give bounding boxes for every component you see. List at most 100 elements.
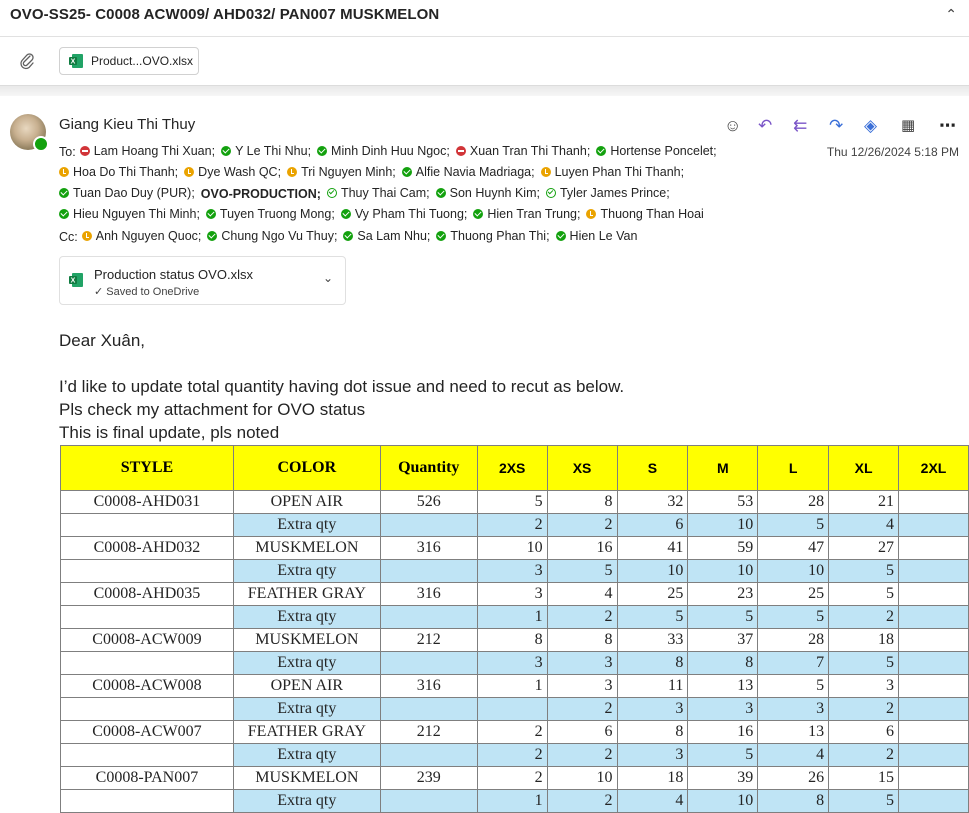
emoji-reaction-icon[interactable]: ☺ bbox=[724, 116, 741, 136]
recipient[interactable]: OVO-PRODUCTION; bbox=[201, 187, 321, 201]
recipient[interactable]: Anh Nguyen Quoc; bbox=[81, 229, 201, 243]
table-cell: 18 bbox=[828, 628, 900, 652]
table-row: C0008-AHD035 FEATHER GRAY 316 3 4 25 23 25 5 bbox=[60, 582, 969, 606]
svg-text:X: X bbox=[71, 59, 76, 66]
recipient-name: Hoa Do Thi Thanh; bbox=[73, 165, 179, 179]
table-cell: 8 bbox=[476, 628, 548, 652]
table-cell: Extra qty bbox=[232, 743, 381, 767]
recipient[interactable]: Son Huynh Kim; bbox=[435, 186, 540, 200]
table-cell: 2 bbox=[476, 720, 548, 744]
recipient[interactable]: Tuyen Truong Mong; bbox=[205, 207, 335, 221]
recipient-line: Tuan Dao Duy (PUR); OVO-PRODUCTION; Thuy T… bbox=[59, 186, 676, 201]
presence-red-icon bbox=[79, 146, 90, 156]
saved-label: Saved to OneDrive bbox=[106, 286, 200, 298]
recipient[interactable]: Minh Dinh Huu Ngoc; bbox=[317, 144, 450, 158]
recipient[interactable]: Thuy Thai Cam; bbox=[326, 186, 430, 200]
table-cell: 10 bbox=[546, 766, 618, 790]
presence-green-icon bbox=[221, 146, 232, 156]
table-cell: 316 bbox=[379, 536, 478, 560]
reply-all-icon[interactable]: ⇇ bbox=[793, 116, 807, 136]
recipient[interactable]: Tuan Dao Duy (PUR); bbox=[59, 186, 195, 200]
recipient[interactable]: Tyler James Prince; bbox=[545, 186, 670, 200]
recipient-name: Thuy Thai Cam; bbox=[340, 186, 430, 200]
recipient[interactable]: Dye Wash QC; bbox=[184, 165, 281, 179]
table-cell: 10 bbox=[616, 559, 689, 583]
table-cell: 1 bbox=[476, 605, 548, 629]
apps-grid-icon[interactable]: ▦ bbox=[901, 116, 915, 136]
presence-outline-icon bbox=[326, 188, 337, 198]
recipient[interactable]: Lam Hoang Thi Xuan; bbox=[79, 144, 216, 158]
table-row: C0008-ACW008 OPEN AIR 316 1 3 11 13 5 3 bbox=[60, 674, 969, 698]
table-cell: 2 bbox=[828, 697, 900, 721]
table-cell: MUSKMELON bbox=[232, 536, 381, 560]
table-cell: 3 bbox=[476, 582, 548, 606]
chevron-up-icon[interactable]: ⌃ bbox=[945, 6, 957, 23]
recipient-name: Hieu Nguyen Thi Minh; bbox=[73, 207, 200, 221]
recipient-name: Chung Ngo Vu Thuy; bbox=[221, 229, 338, 243]
recipient-name: Hien Tran Trung; bbox=[487, 207, 581, 221]
presence-green-icon bbox=[401, 167, 412, 177]
extra-qty-row: Extra qty 2 2 6 10 5 4 bbox=[60, 513, 969, 537]
presence-yellow-icon bbox=[586, 209, 597, 219]
table-cell bbox=[60, 651, 234, 675]
recipient-label: Cc: bbox=[59, 230, 78, 244]
recipient[interactable]: Vy Pham Thi Tuong; bbox=[340, 207, 467, 221]
recipient-name: Lam Hoang Thi Xuan; bbox=[93, 144, 216, 158]
recipient[interactable]: Hien Le Van bbox=[555, 229, 637, 243]
table-row: C0008-ACW009 MUSKMELON 212 8 8 33 37 28 18 bbox=[60, 628, 969, 652]
table-cell: 10 bbox=[687, 513, 759, 537]
table-cell: 27 bbox=[828, 536, 900, 560]
table-cell: 4 bbox=[757, 743, 830, 767]
recipient[interactable]: Xuan Tran Thi Thanh; bbox=[455, 144, 590, 158]
recipient[interactable]: Y Le Thi Nhu; bbox=[221, 144, 311, 158]
extra-qty-row: Extra qty 2 3 3 3 2 bbox=[60, 697, 969, 721]
table-cell: 37 bbox=[687, 628, 759, 652]
recipient[interactable]: Sa Lam Nhu; bbox=[343, 229, 430, 243]
table-cell: C0008-AHD032 bbox=[60, 536, 234, 560]
body-line-2: Pls check my attachment for OVO status bbox=[59, 400, 366, 419]
extra-qty-row: Extra qty 2 2 3 5 4 2 bbox=[60, 743, 969, 767]
recipient[interactable]: Luyen Phan Thi Thanh; bbox=[540, 165, 684, 179]
recipient[interactable]: Hieu Nguyen Thi Minh; bbox=[59, 207, 200, 221]
presence-green-icon bbox=[317, 146, 328, 156]
attachment-chip-label: Product...OVO.xlsx bbox=[91, 54, 194, 68]
chevron-down-icon[interactable]: ⌄ bbox=[323, 271, 333, 285]
recipient[interactable]: Hien Tran Trung; bbox=[473, 207, 580, 221]
recipient[interactable]: Tri Nguyen Minh; bbox=[287, 165, 396, 179]
body-line-1: I’d like to update total quantity having… bbox=[59, 377, 625, 396]
table-cell: 3 bbox=[828, 674, 900, 698]
table-cell: 2 bbox=[546, 605, 618, 629]
table-cell: 5 bbox=[687, 743, 759, 767]
recipient[interactable]: Thuong Phan Thi; bbox=[436, 229, 550, 243]
table-cell bbox=[60, 605, 234, 629]
recipient[interactable]: Chung Ngo Vu Thuy; bbox=[207, 229, 337, 243]
table-cell: FEATHER GRAY bbox=[232, 720, 381, 744]
table-cell: 23 bbox=[687, 582, 759, 606]
attachment-file-name: Production status OVO.xlsx bbox=[94, 267, 253, 282]
presence-green-icon bbox=[59, 188, 69, 198]
presence-green-icon bbox=[435, 188, 446, 198]
table-cell: 25 bbox=[616, 582, 689, 606]
recipient[interactable]: Thuong Than Hoai bbox=[586, 207, 704, 221]
loop-app-icon[interactable]: ◈ bbox=[864, 116, 877, 136]
table-cell: 13 bbox=[757, 720, 830, 744]
reply-icon[interactable]: ↶ bbox=[758, 116, 772, 136]
table-header-cell: STYLE bbox=[60, 445, 234, 491]
attachment-card[interactable]: X Production status OVO.xlsx ✓ Saved to … bbox=[59, 256, 346, 305]
table-cell bbox=[379, 559, 478, 583]
table-cell: 2 bbox=[828, 743, 900, 767]
table-cell: C0008-ACW009 bbox=[60, 628, 234, 652]
more-options-icon[interactable]: ⋯ bbox=[939, 116, 956, 136]
table-cell: Extra qty bbox=[232, 559, 381, 583]
forward-icon[interactable]: ↷ bbox=[829, 116, 843, 136]
recipient[interactable]: Hortense Poncelet; bbox=[596, 144, 717, 158]
recipient[interactable]: Hoa Do Thi Thanh; bbox=[59, 165, 178, 179]
table-cell bbox=[379, 605, 478, 629]
recipient[interactable]: Alfie Navia Madriaga; bbox=[401, 165, 535, 179]
table-header-cell: COLOR bbox=[232, 445, 381, 491]
extra-qty-row: Extra qty 1 2 4 10 8 5 bbox=[60, 789, 969, 813]
recipient-name: Thuong Phan Thi; bbox=[450, 229, 550, 243]
attachment-chip[interactable]: X Product...OVO.xlsx bbox=[59, 47, 199, 75]
table-cell: 6 bbox=[546, 720, 618, 744]
table-cell: 18 bbox=[616, 766, 689, 790]
